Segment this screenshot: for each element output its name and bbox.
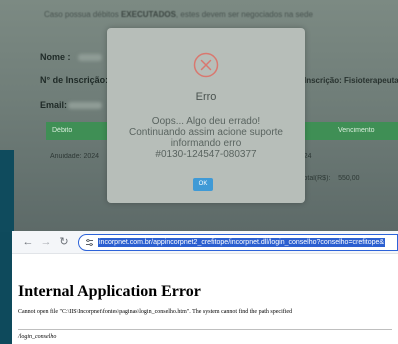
error-dialog: Erro Oops... Algo deu errado! Continuand… <box>107 28 305 203</box>
browser-toolbar: ← → ↻ incorpnet.com.br/appincorpnet2_cre… <box>12 231 398 254</box>
ok-button[interactable]: OK <box>193 178 213 191</box>
email-label: Email: <box>40 100 68 110</box>
table-header-due: Vencimento <box>338 127 375 134</box>
url-text[interactable]: incorpnet.com.br/appincorpnet2_crefitope… <box>98 238 386 247</box>
arrow-left-icon[interactable]: ← <box>22 236 34 248</box>
dialog-message-line-2: Continuando assim acione suporte <box>129 127 283 138</box>
browser-window: ← → ↻ incorpnet.com.br/appincorpnet2_cre… <box>12 231 398 344</box>
registration-label: N° de Inscrição: <box>40 75 109 85</box>
registration-right-text: Inscrição: Fisioterapeuta <box>304 76 398 85</box>
dialog-message-line-1: Oops... Algo deu errado! <box>151 116 261 127</box>
table-row-annuity: Anuidade: 2024 <box>50 153 100 160</box>
photo-of-portal-screen: Caso possua débitos EXECUTADOS, estes de… <box>0 0 398 232</box>
reload-icon[interactable]: ↻ <box>58 236 70 248</box>
site-info-icon[interactable] <box>85 238 94 247</box>
error-message: Cannot open file "C:\IIS\Incorpnet\fonte… <box>18 309 293 315</box>
total-amount: Total(R$): 550,00 <box>300 175 360 182</box>
request-path: /login_conselho <box>18 334 57 340</box>
photo-edge <box>0 150 14 232</box>
arrow-right-icon[interactable]: → <box>40 236 52 248</box>
name-label: Nome : <box>40 52 71 62</box>
email-value-redacted <box>68 102 102 109</box>
divider <box>18 329 392 330</box>
dialog-message-line-3: informando erro <box>170 138 242 149</box>
table-header-debt: Débito <box>52 127 73 134</box>
dialog-error-code: #0130-124547-080377 <box>155 149 257 160</box>
dialog-title: Erro <box>195 91 217 103</box>
error-x-circle-icon <box>193 52 219 78</box>
name-value-redacted <box>78 54 102 61</box>
address-bar[interactable]: incorpnet.com.br/appincorpnet2_crefitope… <box>78 234 398 251</box>
debt-notice: Caso possua débitos EXECUTADOS, estes de… <box>44 10 313 19</box>
page-title: Internal Application Error <box>18 283 201 300</box>
